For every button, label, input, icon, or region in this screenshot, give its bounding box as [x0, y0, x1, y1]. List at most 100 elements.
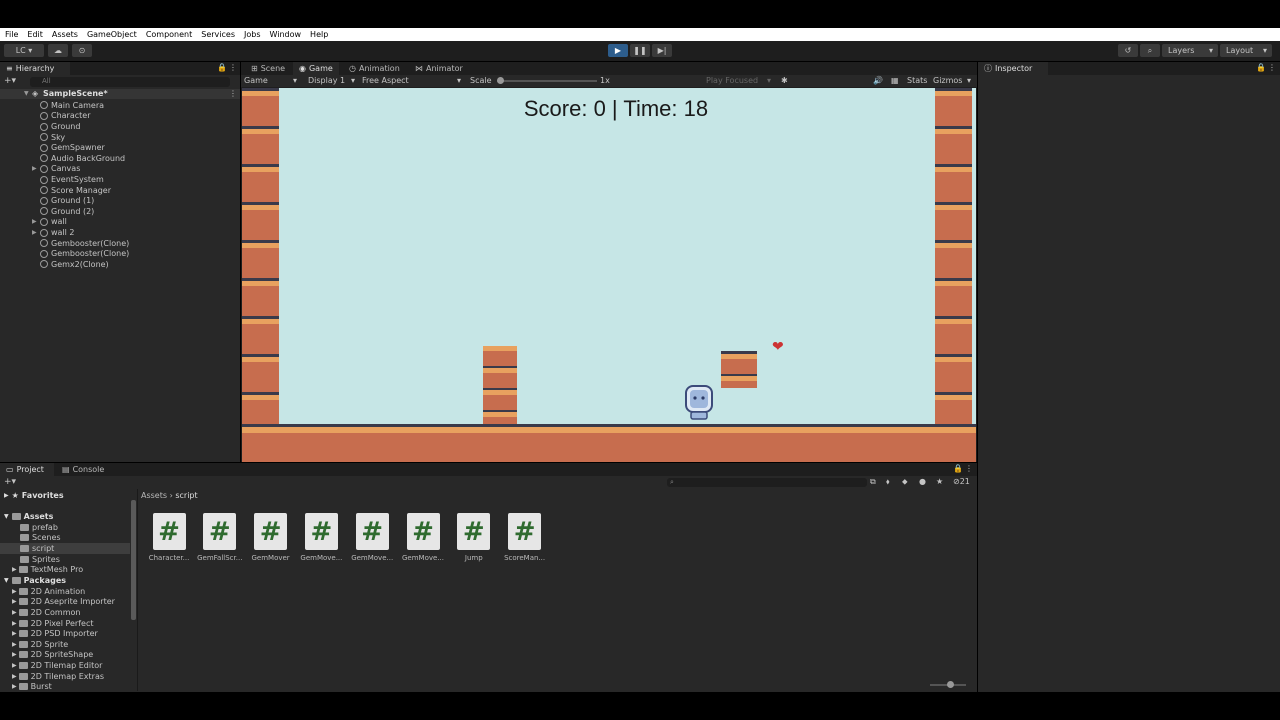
folder-item[interactable]: Scenes [0, 533, 130, 544]
script-asset[interactable]: # GemMover [248, 513, 294, 562]
hierarchy-item[interactable]: Ground (2) [40, 206, 94, 217]
hierarchy-item[interactable]: ▶ Canvas [32, 164, 80, 175]
step-button[interactable]: ▶| [652, 44, 672, 57]
tab-scene[interactable]: ⊞ Scene [245, 62, 291, 75]
script-asset[interactable]: # GemFallScr... [197, 513, 243, 562]
script-asset[interactable]: # GemMove... [400, 513, 446, 562]
expand-arrow-icon[interactable]: ▶ [12, 620, 17, 627]
package-item[interactable]: ▶ 2D Tilemap Editor [12, 660, 102, 671]
gizmos-button[interactable]: Gizmos [933, 76, 962, 85]
hierarchy-item[interactable]: ▶ wall 2 [32, 227, 75, 238]
script-asset[interactable]: # GemMove... [298, 513, 344, 562]
slider-handle[interactable] [947, 681, 954, 688]
collab-icon[interactable]: ⊙ [72, 44, 92, 57]
script-asset[interactable]: # GemMove... [349, 513, 395, 562]
folder-tree-scrollbar[interactable] [131, 500, 136, 620]
tab-game[interactable]: ◉ Game [293, 62, 339, 75]
hierarchy-item[interactable]: Ground (1) [40, 195, 94, 206]
hierarchy-item[interactable]: Character [40, 111, 91, 122]
script-asset[interactable]: # ScoreMan... [502, 513, 548, 562]
package-item[interactable]: ▶ 2D Common [12, 607, 80, 618]
play-button[interactable]: ▶ [608, 44, 628, 57]
menu-jobs[interactable]: Jobs [244, 30, 261, 39]
expand-arrow-icon[interactable]: ▶ [12, 662, 17, 669]
menu-gameobject[interactable]: GameObject [87, 30, 137, 39]
menu-services[interactable]: Services [201, 30, 235, 39]
play-focused-dropdown[interactable]: Play Focused [706, 76, 758, 85]
project-search-input[interactable]: ⌕ [667, 478, 867, 487]
history-icon[interactable]: ↺ [1118, 44, 1138, 57]
menu-window[interactable]: Window [270, 30, 302, 39]
pause-button[interactable]: ❚❚ [630, 44, 650, 57]
expand-arrow-icon[interactable]: ▶ [12, 630, 17, 637]
hierarchy-search-input[interactable]: All [30, 77, 230, 87]
expand-arrow-icon[interactable]: ▶ [12, 673, 17, 680]
expand-arrow-icon[interactable]: ▶ [12, 641, 17, 648]
speaker-icon[interactable]: 🔊 [873, 76, 883, 85]
icon-size-slider[interactable] [930, 681, 966, 688]
bug-icon[interactable]: ✱ [781, 76, 788, 85]
hierarchy-item[interactable]: ▶ wall [32, 217, 67, 228]
favorites-row[interactable]: ▶ ★ Favorites [4, 490, 64, 501]
hierarchy-item[interactable]: Gemx2(Clone) [40, 259, 109, 270]
stats-button[interactable]: Stats [907, 76, 927, 85]
package-item[interactable]: ▶ 2D SpriteShape [12, 650, 93, 661]
breadcrumb-script[interactable]: script [175, 491, 197, 500]
search-icon[interactable]: ⌕ [1140, 44, 1160, 57]
star-icon[interactable]: ★ [936, 477, 943, 486]
expand-arrow-icon[interactable]: ▶ [32, 218, 37, 225]
add-object-button[interactable]: +▾ [4, 76, 16, 86]
expand-arrow-icon[interactable]: ▶ [12, 588, 17, 595]
hierarchy-item[interactable]: EventSystem [40, 174, 104, 185]
expand-arrow-icon[interactable]: ▶ [12, 598, 17, 605]
more-icon[interactable]: ⋮ [965, 464, 973, 473]
expand-arrow-icon[interactable]: ▶ [12, 683, 17, 690]
hierarchy-item[interactable]: Audio BackGround [40, 153, 125, 164]
expand-arrow-icon[interactable]: ▶ [32, 229, 37, 236]
layout-dropdown[interactable]: Layout ▾ [1220, 44, 1272, 57]
hierarchy-item[interactable]: Ground [40, 121, 80, 132]
hierarchy-item[interactable]: Main Camera [40, 100, 104, 111]
tab-animator[interactable]: ⋈ Animator [409, 62, 469, 75]
hierarchy-item[interactable]: GemSpawner [40, 142, 105, 153]
tab-project[interactable]: ▭ Project [0, 463, 54, 476]
tab-inspector[interactable]: ⓘ Inspector [978, 62, 1048, 75]
aspect-dropdown[interactable]: Free Aspect [362, 76, 409, 85]
scale-slider[interactable] [497, 77, 597, 84]
package-item[interactable]: ▶ 2D Sprite [12, 639, 68, 650]
info-icon[interactable]: ● [919, 477, 926, 486]
cloud-icon[interactable]: ☁ [48, 44, 68, 57]
script-asset[interactable]: # Character... [146, 513, 192, 562]
more-icon[interactable]: ⋮ [1268, 63, 1276, 72]
create-asset-button[interactable]: +▾ [4, 477, 16, 487]
hierarchy-item[interactable]: Sky [40, 132, 65, 143]
menu-edit[interactable]: Edit [27, 30, 43, 39]
expand-arrow-icon[interactable]: ▶ [12, 609, 17, 616]
assets-root-row[interactable]: ▼ Assets [4, 511, 53, 522]
tag-icon[interactable]: ⬥ [902, 477, 908, 487]
expand-arrow-icon[interactable]: ▶ [12, 651, 17, 658]
hierarchy-item[interactable]: Gembooster(Clone) [40, 248, 129, 259]
package-item[interactable]: ▶ 2D Tilemap Extras [12, 671, 104, 682]
menu-help[interactable]: Help [310, 30, 328, 39]
package-item[interactable]: ▶ 2D Animation [12, 586, 85, 597]
scene-row[interactable]: ▼ ◈ SampleScene* ⋮ [0, 89, 240, 99]
package-item[interactable]: ▶ 2D Pixel Perfect [12, 618, 94, 629]
lock-icon[interactable]: 🔒 [953, 464, 963, 473]
package-item[interactable]: ▶ Burst [12, 681, 52, 692]
lock-icon[interactable]: 🔒 [1256, 63, 1266, 72]
package-item[interactable]: ▶ 2D Aseprite Importer [12, 597, 115, 608]
display-dropdown[interactable]: Display 1 [308, 76, 345, 85]
layers-dropdown[interactable]: Layers ▾ [1162, 44, 1218, 57]
stats-grid-icon[interactable]: ▦ [891, 76, 899, 85]
tab-console[interactable]: ▤ Console [56, 463, 110, 476]
menu-component[interactable]: Component [146, 30, 192, 39]
folder-item[interactable]: prefab [0, 522, 130, 533]
folder-item[interactable]: ▶ TextMesh Pro [0, 564, 130, 575]
game-mode-dropdown[interactable]: Game [244, 76, 268, 85]
breadcrumb-assets[interactable]: Assets [141, 491, 167, 500]
hidden-packages-icon[interactable]: ⊘21 [953, 477, 970, 486]
tab-hierarchy[interactable]: ≡ Hierarchy [0, 62, 70, 75]
menu-file[interactable]: File [5, 30, 18, 39]
slider-handle[interactable] [497, 77, 504, 84]
